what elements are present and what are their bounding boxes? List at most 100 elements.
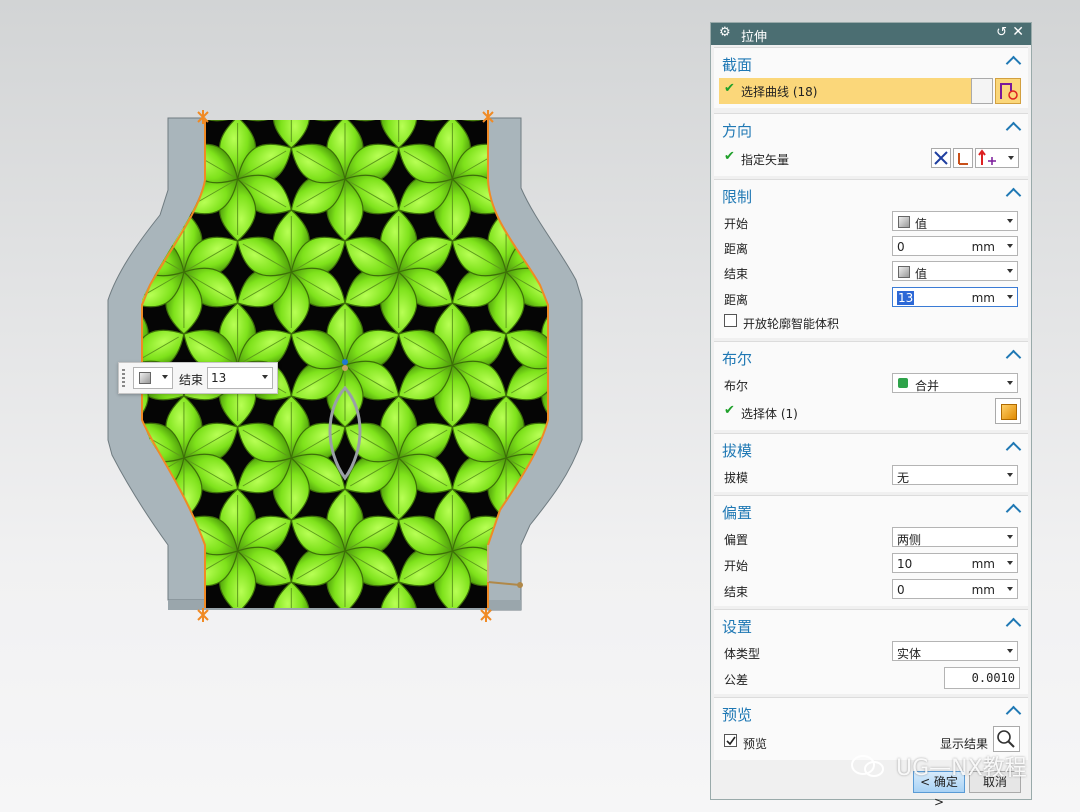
- boolean-panel: 布尔 布尔 合并 ✔ 选择体 (1): [714, 341, 1028, 430]
- collapse-chevron-icon[interactable]: [1005, 441, 1022, 458]
- wechat-icon: [851, 755, 884, 777]
- reset-icon[interactable]: ↺: [996, 25, 1007, 40]
- tolerance-label: 公差: [724, 673, 749, 687]
- draft-label: 拔模: [724, 471, 749, 485]
- distance-label: 距离: [724, 242, 749, 256]
- chevron-down-icon: [1007, 473, 1013, 477]
- reverse-direction-icon[interactable]: [931, 148, 951, 168]
- select-body-label: 选择体 (1): [741, 407, 798, 421]
- direction-panel: 方向 ✔ 指定矢量: [714, 113, 1028, 176]
- draft-row: 拔模 无: [714, 464, 1028, 488]
- end-type-value: 值: [915, 267, 928, 281]
- body-type-select[interactable]: 实体: [892, 641, 1018, 661]
- preview-checkbox[interactable]: [724, 734, 737, 747]
- collapse-chevron-icon[interactable]: [1005, 503, 1022, 520]
- offset-end-row: 结束 0 mm: [714, 578, 1028, 602]
- offset-value: 两侧: [897, 533, 922, 547]
- body-type-value: 实体: [897, 647, 922, 661]
- start-distance-value: 0: [897, 240, 905, 254]
- draft-select[interactable]: 无: [892, 465, 1018, 485]
- chevron-down-icon: [1007, 244, 1013, 248]
- check-icon: ✔: [724, 81, 735, 96]
- start-distance-input[interactable]: 0 mm: [892, 236, 1018, 256]
- cube-icon: [898, 216, 910, 228]
- check-icon: ✔: [724, 403, 735, 418]
- collapse-chevron-icon[interactable]: [1005, 349, 1022, 366]
- vector-dialog-icon[interactable]: [953, 148, 973, 168]
- select-body-row[interactable]: ✔ 选择体 (1): [714, 400, 1028, 424]
- boolean-label: 布尔: [724, 379, 749, 393]
- mini-toolbar[interactable]: 结束 13: [118, 362, 278, 394]
- chevron-down-icon: [1007, 381, 1013, 385]
- preview-title: 预览: [722, 706, 753, 724]
- unit-label: mm: [971, 583, 995, 597]
- end-row: 结束 值: [714, 260, 1028, 284]
- end-distance-value: 13: [897, 291, 915, 305]
- start-type-select[interactable]: 值: [892, 211, 1018, 231]
- chevron-down-icon: [1007, 219, 1013, 223]
- limit-type-dropdown[interactable]: [133, 367, 173, 389]
- chevron-down-icon: [1007, 295, 1013, 299]
- draft-panel: 拔模 拔模 无: [714, 433, 1028, 492]
- collapse-chevron-icon[interactable]: [1005, 705, 1022, 722]
- end-label: 结束: [724, 267, 749, 281]
- draft-title: 拔模: [722, 442, 753, 460]
- start-label: 开始: [724, 217, 749, 231]
- collapse-chevron-icon[interactable]: [1005, 55, 1022, 72]
- direction-title: 方向: [722, 122, 753, 140]
- end-type-select[interactable]: 值: [892, 261, 1018, 281]
- chevron-down-icon: [1007, 587, 1013, 591]
- boolean-select[interactable]: 合并: [892, 373, 1018, 393]
- magnifier-icon: [997, 730, 1015, 748]
- offset-end-input[interactable]: 0 mm: [892, 579, 1018, 599]
- open-profile-label: 开放轮廓智能体积: [743, 317, 840, 331]
- end-distance-input[interactable]: 13 mm: [892, 287, 1018, 307]
- settings-panel: 设置 体类型 实体 公差 0.0010: [714, 609, 1028, 694]
- open-profile-row[interactable]: 开放轮廓智能体积: [714, 310, 1028, 334]
- offset-row: 偏置 两侧: [714, 526, 1028, 550]
- collapse-chevron-icon[interactable]: [1005, 617, 1022, 634]
- watermark-text: UG—NX教程: [896, 756, 1027, 781]
- close-icon[interactable]: ✕: [1012, 24, 1024, 40]
- boolean-row: 布尔 合并: [714, 372, 1028, 396]
- end-value-field[interactable]: 13: [207, 367, 273, 389]
- body-type-row: 体类型 实体: [714, 640, 1028, 664]
- collapse-chevron-icon[interactable]: [1005, 187, 1022, 204]
- curve-select-icon[interactable]: [995, 78, 1021, 104]
- dialog-title-bar[interactable]: ⚙ 拉伸 ↺ ✕: [711, 23, 1031, 45]
- body-select-icon[interactable]: [995, 398, 1021, 424]
- toolbar-grip-handle[interactable]: [122, 369, 125, 387]
- unite-icon: [898, 378, 908, 388]
- start-distance-row: 距离 0 mm: [714, 235, 1028, 259]
- boolean-value: 合并: [915, 379, 940, 393]
- preview-label: 预览: [743, 737, 768, 751]
- tolerance-row: 公差 0.0010: [714, 666, 1028, 690]
- section-title: 截面: [722, 56, 753, 74]
- limits-title: 限制: [722, 188, 753, 206]
- unit-label: mm: [971, 557, 995, 571]
- select-curve-row[interactable]: ✔ 选择曲线 (18): [719, 78, 971, 104]
- offset-start-value: 10: [897, 557, 913, 571]
- collapse-chevron-icon[interactable]: [1005, 121, 1022, 138]
- gear-icon[interactable]: ⚙: [719, 25, 731, 40]
- offset-start-row: 开始 10 mm: [714, 552, 1028, 576]
- section-panel: 截面 ✔ 选择曲线 (18): [714, 47, 1028, 108]
- vector-type-dropdown[interactable]: [975, 148, 1019, 168]
- offset-start-input[interactable]: 10 mm: [892, 553, 1018, 573]
- end-label: 结束: [179, 373, 204, 387]
- chevron-down-icon: [1007, 649, 1013, 653]
- cube-icon: [1001, 404, 1017, 420]
- start-type-value: 值: [915, 217, 928, 231]
- show-result-button[interactable]: [993, 726, 1020, 752]
- tolerance-input[interactable]: 0.0010: [944, 667, 1020, 689]
- dialog-title: 拉伸: [741, 30, 768, 45]
- distance-label: 距离: [724, 293, 749, 307]
- unit-label: mm: [971, 291, 995, 305]
- sketch-section-icon[interactable]: [971, 78, 993, 104]
- open-profile-checkbox[interactable]: [724, 314, 737, 327]
- offset-panel: 偏置 偏置 两侧 开始 10 mm 结束 0 mm: [714, 495, 1028, 606]
- start-row: 开始 值: [714, 210, 1028, 234]
- unit-label: mm: [971, 240, 995, 254]
- offset-select[interactable]: 两侧: [892, 527, 1018, 547]
- limits-panel: 限制 开始 值 距离 0 mm 结束 值 距离 13 mm 开放轮廓智能体积: [714, 179, 1028, 338]
